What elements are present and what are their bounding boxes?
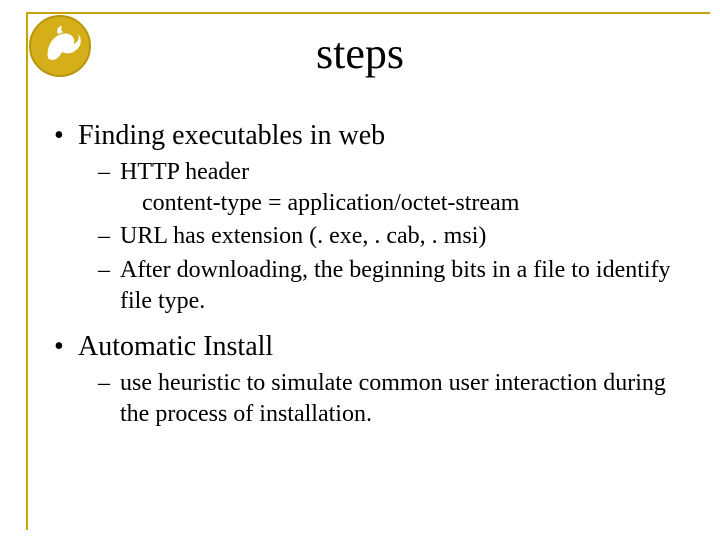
bullet-label: After downloading, the beginning bits in…	[120, 257, 671, 314]
left-rule	[26, 12, 28, 530]
bullet-label: HTTP header	[120, 159, 249, 185]
bullet-subline: content-type = application/octet-stream	[120, 188, 690, 219]
slide-body: Finding executables in web HTTP header c…	[52, 118, 690, 442]
bullet-label: Finding executables in web	[78, 120, 385, 151]
bullet-level2: use heuristic to simulate common user in…	[98, 368, 690, 430]
bullet-level1: Finding executables in web HTTP header c…	[52, 118, 690, 317]
bullet-level2: After downloading, the beginning bits in…	[98, 255, 690, 317]
bullet-label: URL has extension (. exe, . cab, . msi)	[120, 223, 486, 249]
bullet-level1: Automatic Install use heuristic to simul…	[52, 329, 690, 430]
bullet-label: Automatic Install	[78, 331, 273, 362]
top-rule	[26, 12, 710, 14]
slide-title: steps	[0, 28, 720, 79]
slide: steps Finding executables in web HTTP he…	[0, 0, 720, 540]
bullet-label: use heuristic to simulate common user in…	[120, 370, 666, 427]
bullet-level2: URL has extension (. exe, . cab, . msi)	[98, 221, 690, 252]
bullet-level2: HTTP header content-type = application/o…	[98, 157, 690, 219]
